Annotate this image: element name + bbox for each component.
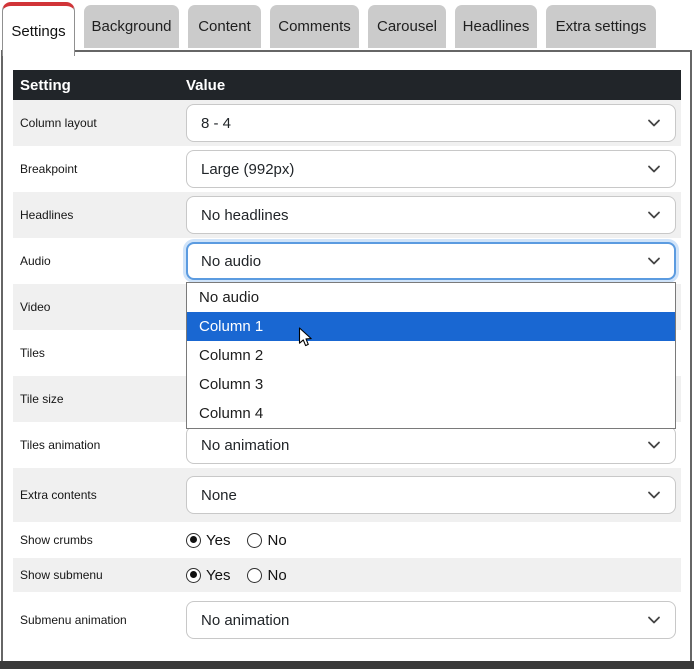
setting-label: Breakpoint bbox=[20, 162, 78, 176]
chevron-down-icon bbox=[648, 616, 660, 624]
radio-unchecked-icon bbox=[247, 532, 263, 548]
panel-bottom-border bbox=[0, 661, 694, 669]
show-crumbs-yes-radio[interactable]: Yes bbox=[186, 532, 230, 549]
setting-label: Headlines bbox=[20, 208, 74, 222]
select-value: No animation bbox=[201, 436, 290, 454]
table-row-show-crumbs: Show crumbs Yes No bbox=[13, 522, 681, 558]
chevron-down-icon bbox=[648, 211, 660, 219]
dropdown-option-column-2[interactable]: Column 2 bbox=[187, 341, 675, 370]
breakpoint-select[interactable]: Large (992px) bbox=[186, 150, 676, 188]
dropdown-option-column-3[interactable]: Column 3 bbox=[187, 370, 675, 399]
header-value: Value bbox=[186, 76, 226, 94]
submenu-animation-select[interactable]: No animation bbox=[186, 601, 676, 639]
table-header: Setting Value bbox=[13, 70, 681, 100]
setting-label: Audio bbox=[20, 254, 51, 268]
select-value: None bbox=[201, 486, 237, 504]
extra-contents-select[interactable]: None bbox=[186, 476, 676, 514]
setting-label: Video bbox=[20, 300, 51, 314]
tab-background[interactable]: Background bbox=[84, 5, 179, 48]
table-row-headlines: Headlines No headlines bbox=[13, 192, 681, 238]
radio-unchecked-icon bbox=[247, 567, 263, 583]
setting-label: Submenu animation bbox=[20, 613, 127, 627]
header-setting: Setting bbox=[20, 76, 71, 94]
select-value: No audio bbox=[201, 252, 262, 270]
radio-checked-icon bbox=[186, 532, 201, 548]
dropdown-option-no-audio[interactable]: No audio bbox=[187, 283, 675, 312]
tab-extra-settings[interactable]: Extra settings bbox=[546, 5, 656, 48]
show-submenu-no-radio[interactable]: No bbox=[247, 567, 287, 584]
tab-content[interactable]: Content bbox=[188, 5, 261, 48]
table-row-submenu-animation: Submenu animation No animation bbox=[13, 592, 681, 648]
setting-label: Tiles bbox=[20, 346, 45, 360]
table-row-column-layout: Column layout 8 - 4 bbox=[13, 100, 681, 146]
tab-headlines[interactable]: Headlines bbox=[455, 5, 537, 48]
tab-comments[interactable]: Comments bbox=[270, 5, 359, 48]
select-value: No headlines bbox=[201, 206, 289, 224]
audio-select-dropdown: No audio Column 1 Column 2 Column 3 Colu… bbox=[186, 282, 676, 429]
select-value: 8 - 4 bbox=[201, 114, 232, 132]
table-row-breakpoint: Breakpoint Large (992px) bbox=[13, 146, 681, 192]
column-layout-select[interactable]: 8 - 4 bbox=[186, 104, 676, 142]
tab-settings[interactable]: Settings bbox=[2, 2, 75, 56]
module-settings-screen: Settings Background Content Comments Car… bbox=[0, 0, 694, 669]
table-row-extra-contents: Extra contents None bbox=[13, 468, 681, 522]
select-value: No animation bbox=[201, 611, 290, 629]
setting-label: Column layout bbox=[20, 116, 97, 130]
select-value: Large (992px) bbox=[201, 160, 295, 178]
chevron-down-icon bbox=[648, 257, 660, 265]
dropdown-option-column-1[interactable]: Column 1 bbox=[187, 312, 675, 341]
tiles-animation-select[interactable]: No animation bbox=[186, 426, 676, 464]
table-row-audio: Audio No audio bbox=[13, 238, 681, 284]
headlines-select[interactable]: No headlines bbox=[186, 196, 676, 234]
radio-checked-icon bbox=[186, 567, 201, 583]
audio-select[interactable]: No audio bbox=[186, 242, 676, 280]
chevron-down-icon bbox=[648, 165, 660, 173]
show-crumbs-no-radio[interactable]: No bbox=[247, 532, 287, 549]
dropdown-option-column-4[interactable]: Column 4 bbox=[187, 399, 675, 428]
setting-label: Tiles animation bbox=[20, 438, 101, 452]
tab-carousel[interactable]: Carousel bbox=[368, 5, 446, 48]
show-submenu-yes-radio[interactable]: Yes bbox=[186, 567, 230, 584]
setting-label: Show crumbs bbox=[20, 533, 93, 547]
chevron-down-icon bbox=[648, 441, 660, 449]
chevron-down-icon bbox=[648, 491, 660, 499]
setting-label: Tile size bbox=[20, 392, 64, 406]
table-row-show-submenu: Show submenu Yes No bbox=[13, 558, 681, 592]
tab-strip: Settings Background Content Comments Car… bbox=[2, 2, 656, 56]
chevron-down-icon bbox=[648, 119, 660, 127]
setting-label: Extra contents bbox=[20, 488, 97, 502]
setting-label: Show submenu bbox=[20, 568, 103, 582]
